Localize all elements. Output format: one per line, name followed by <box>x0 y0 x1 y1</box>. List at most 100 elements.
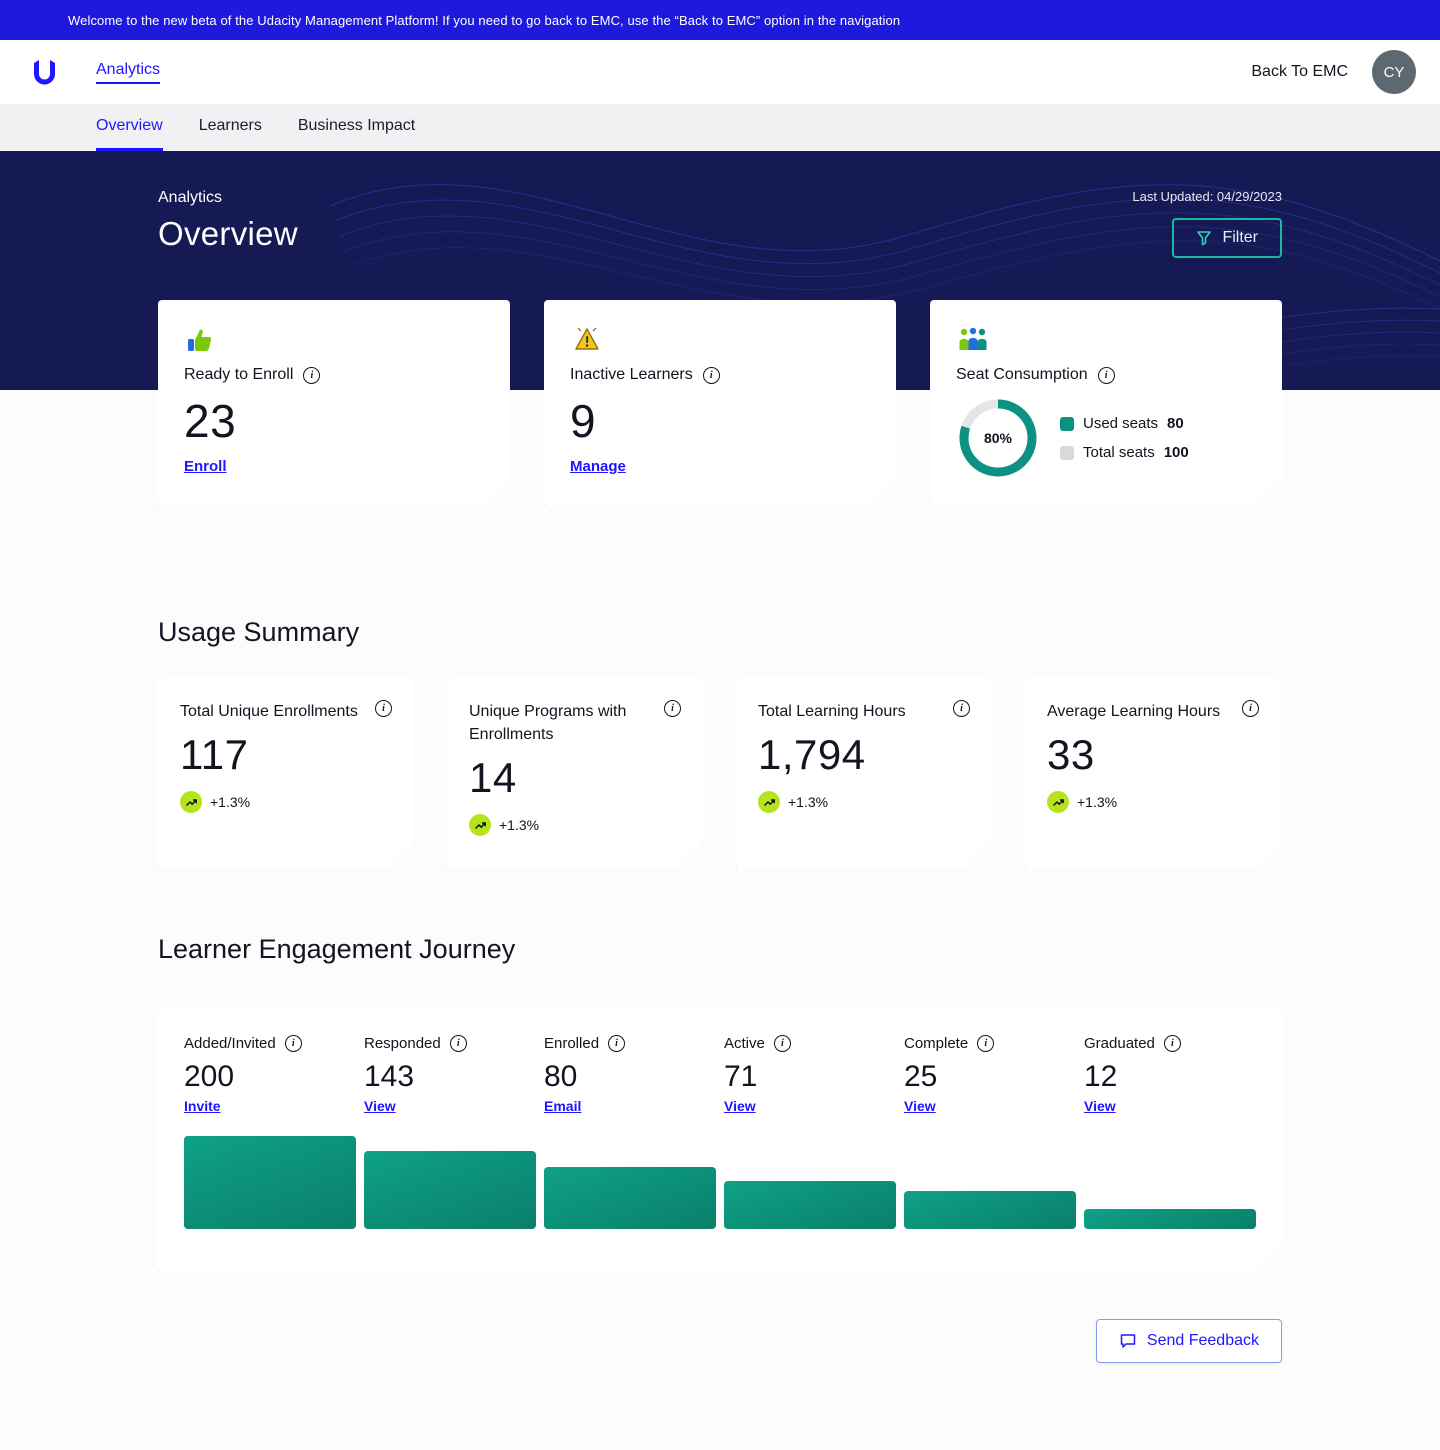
trend-row: +1.3% <box>1047 791 1259 813</box>
stage-complete: Complete 25 View <box>904 1035 1076 1116</box>
info-icon[interactable] <box>953 700 970 717</box>
stat-title: Inactive Learners <box>570 366 693 383</box>
info-icon[interactable] <box>1242 700 1259 717</box>
stat-title: Seat Consumption <box>956 366 1088 383</box>
send-feedback-button[interactable]: Send Feedback <box>1095 1319 1282 1363</box>
view-graduated-link[interactable]: View <box>1084 1098 1116 1114</box>
stats-row: Ready to Enroll 23 Enroll Inactive Learn… <box>158 300 1282 505</box>
tab-learners[interactable]: Learners <box>199 104 262 151</box>
used-seats-swatch <box>1060 417 1074 431</box>
ready-to-enroll-card: Ready to Enroll 23 Enroll <box>158 300 510 505</box>
people-icon <box>956 324 1256 356</box>
trend-value: +1.3% <box>788 794 829 811</box>
stat-title-row: Seat Consumption <box>956 366 1256 384</box>
funnel-bar <box>544 1167 716 1229</box>
total-seats-value: 100 <box>1163 444 1189 461</box>
funnel-bar <box>1084 1209 1256 1229</box>
trend-value: +1.3% <box>499 817 540 834</box>
invite-link[interactable]: Invite <box>184 1098 221 1114</box>
email-link[interactable]: Email <box>544 1098 581 1114</box>
stat-title-row: Ready to Enroll <box>184 366 484 384</box>
view-responded-link[interactable]: View <box>364 1098 396 1114</box>
stage-label: Complete <box>904 1035 969 1052</box>
seat-donut: 80% <box>956 396 1040 480</box>
trend-row: +1.3% <box>180 791 392 813</box>
hero-left: Analytics Overview <box>158 189 298 258</box>
thumbs-up-icon <box>184 324 484 356</box>
view-complete-link[interactable]: View <box>904 1098 936 1114</box>
legend-row-total: Total seats 100 <box>1060 444 1189 461</box>
app-header: Analytics Back To EMC CY <box>0 40 1440 104</box>
manage-link[interactable]: Manage <box>570 458 626 475</box>
journey-heading: Learner Engagement Journey <box>158 934 516 964</box>
stage-added-invited: Added/Invited 200 Invite <box>184 1035 356 1116</box>
main-content: Ready to Enroll 23 Enroll Inactive Learn… <box>158 300 1282 1363</box>
info-icon[interactable] <box>375 700 392 717</box>
header-right: Back To EMC CY <box>1251 50 1416 94</box>
hero-eyebrow: Analytics <box>158 189 223 206</box>
stage-responded: Responded 143 View <box>364 1035 536 1116</box>
usage-card-value: 33 <box>1047 731 1095 779</box>
stage-value: 71 <box>724 1060 758 1093</box>
filter-button[interactable]: Filter <box>1172 218 1282 258</box>
udacity-logo-icon <box>34 60 55 85</box>
udacity-logo[interactable] <box>24 52 64 92</box>
usage-card-title: Total Learning Hours <box>758 703 906 720</box>
stage-label: Graduated <box>1084 1035 1155 1052</box>
trend-up-icon <box>180 791 202 813</box>
usage-card-unique-programs: Unique Programs with Enrollments 14 +1.3… <box>447 678 703 868</box>
usage-card-title: Total Unique Enrollments <box>180 703 358 720</box>
info-icon[interactable] <box>303 367 320 384</box>
trend-up-icon <box>758 791 780 813</box>
send-feedback-label: Send Feedback <box>1146 1332 1259 1349</box>
usage-card-total-unique-enrollments: Total Unique Enrollments 117 +1.3% <box>158 678 414 868</box>
total-seats-label: Total seats <box>1083 444 1155 461</box>
seat-legend: Used seats 80 Total seats 100 <box>1060 415 1189 461</box>
info-icon[interactable] <box>703 367 720 384</box>
trend-up-icon <box>469 814 491 836</box>
stage-graduated: Graduated 12 View <box>1084 1035 1256 1116</box>
stat-title-row: Inactive Learners <box>570 366 870 384</box>
page-title: Overview <box>158 215 298 252</box>
back-to-emc-link[interactable]: Back To EMC <box>1251 63 1348 81</box>
usage-card-value: 117 <box>180 731 249 779</box>
enroll-link[interactable]: Enroll <box>184 458 227 475</box>
info-icon[interactable] <box>774 1035 791 1052</box>
nav-link-analytics[interactable]: Analytics <box>96 61 161 84</box>
info-icon[interactable] <box>608 1035 625 1052</box>
usage-row: Total Unique Enrollments 117 +1.3% Uniqu… <box>158 678 1282 868</box>
trend-value: +1.3% <box>1077 794 1118 811</box>
warning-icon <box>570 324 870 356</box>
trend-value: +1.3% <box>210 794 251 811</box>
tabbar: Overview Learners Business Impact <box>0 104 1440 151</box>
tab-business-impact[interactable]: Business Impact <box>298 104 415 151</box>
stage-value: 25 <box>904 1060 938 1093</box>
tab-overview[interactable]: Overview <box>96 104 163 151</box>
avatar[interactable]: CY <box>1372 50 1416 94</box>
funnel-bar <box>364 1151 536 1229</box>
trend-row: +1.3% <box>469 814 681 836</box>
stage-value: 200 <box>184 1060 235 1093</box>
info-icon[interactable] <box>1164 1035 1181 1052</box>
inactive-learners-card: Inactive Learners 9 Manage <box>544 300 896 505</box>
legend-row-used: Used seats 80 <box>1060 415 1189 432</box>
info-icon[interactable] <box>977 1035 994 1052</box>
announcement-banner: Welcome to the new beta of the Udacity M… <box>0 0 1440 40</box>
usage-card-average-learning-hours: Average Learning Hours 33 +1.3% <box>1025 678 1281 868</box>
stage-value: 12 <box>1084 1060 1118 1093</box>
total-seats-swatch <box>1060 446 1074 460</box>
chat-bubble-icon <box>1120 1334 1136 1348</box>
used-seats-value: 80 <box>1167 415 1184 432</box>
view-active-link[interactable]: View <box>724 1098 756 1114</box>
info-icon[interactable] <box>450 1035 467 1052</box>
stage-enrolled: Enrolled 80 Email <box>544 1035 716 1116</box>
filter-label: Filter <box>1222 229 1258 246</box>
used-seats-label: Used seats <box>1083 415 1159 432</box>
funnel-bar <box>724 1181 896 1229</box>
info-icon[interactable] <box>1098 367 1115 384</box>
announcement-text: Welcome to the new beta of the Udacity M… <box>68 12 901 28</box>
info-icon[interactable] <box>285 1035 302 1052</box>
trend-row: +1.3% <box>758 791 970 813</box>
seat-body: 80% Used seats 80 Total seats 100 <box>956 396 1256 480</box>
info-icon[interactable] <box>664 700 681 717</box>
